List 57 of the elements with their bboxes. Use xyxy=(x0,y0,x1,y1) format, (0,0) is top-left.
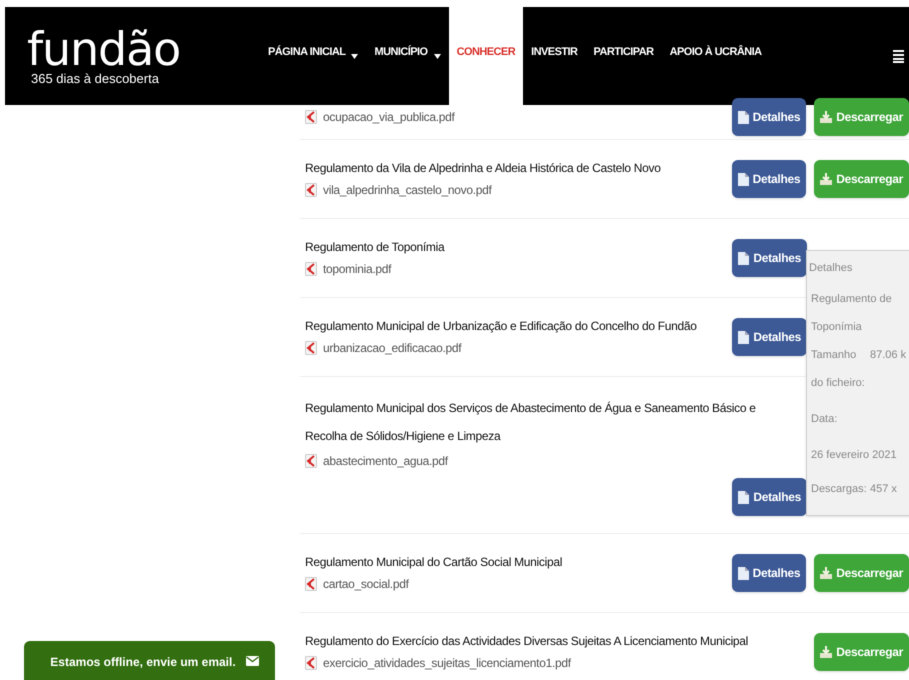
file-link[interactable]: topominia.pdf xyxy=(323,258,392,280)
download-icon xyxy=(820,173,832,185)
chat-bar[interactable]: Estamos offline, envie um email. xyxy=(24,641,275,680)
field-label: Descargas: xyxy=(811,482,868,497)
nav-link[interactable]: CONHECER xyxy=(448,7,524,105)
nav-link[interactable]: PARTICIPAR xyxy=(585,7,662,105)
details-button[interactable]: Detalhes xyxy=(732,98,806,136)
caret-icon xyxy=(434,54,441,59)
file-link[interactable]: cartao_social.pdf xyxy=(323,573,409,595)
document-title: Regulamento Municipal dos Serviços de Abastecimento de Água e Saneamento Básico e Recolha de Sólidos/Higiene e Limpeza xyxy=(305,400,757,445)
menu-icon[interactable] xyxy=(893,50,904,62)
nav-link[interactable]: PÁGINA INICIAL xyxy=(260,7,366,105)
pdf-icon xyxy=(305,656,317,670)
file-link[interactable]: vila_alpedrinha_castelo_novo.pdf xyxy=(323,179,492,201)
pdf-icon xyxy=(305,262,317,276)
nav-link[interactable]: MUNICÍPIO xyxy=(366,7,449,105)
details-button[interactable]: Detalhes xyxy=(732,554,806,592)
document-icon xyxy=(738,490,750,504)
document-icon xyxy=(738,566,749,580)
file-link[interactable]: ocupacao_via_publica.pdf xyxy=(323,106,455,128)
envelope-icon xyxy=(246,656,259,666)
download-icon xyxy=(820,567,832,579)
download-icon xyxy=(820,111,832,123)
file-link[interactable]: exercicio_atividades_sujeitas_licenciamento1.pdf xyxy=(323,652,571,674)
caret-icon xyxy=(351,54,358,59)
details-button[interactable]: Detalhes xyxy=(732,239,807,277)
document-title: Regulamento da Vila de Alpedrinha e Aldeia Histórica de Castelo Novo xyxy=(305,160,661,177)
document-icon xyxy=(738,252,750,264)
document-title: Regulamento de Toponímia xyxy=(305,239,444,256)
popover-title: Regulamento de Toponímia xyxy=(811,292,893,335)
field-label: Tamanho do ficheiro: xyxy=(811,348,866,391)
file-link[interactable]: urbanizacao_edificacao.pdf xyxy=(323,337,462,359)
pdf-icon xyxy=(305,454,317,468)
document-title: Regulamento Municipal do Cartão Social Municipal xyxy=(305,554,562,571)
field-value: 457 x xyxy=(870,482,897,497)
field-value: 87.06 k xyxy=(870,348,906,363)
document-icon xyxy=(738,330,750,344)
site-logo[interactable]: fundão xyxy=(27,26,260,72)
details-button[interactable]: Detalhes xyxy=(732,478,807,516)
pdf-icon xyxy=(305,577,317,591)
document-icon xyxy=(738,172,749,186)
file-link[interactable]: abastecimento_agua.pdf xyxy=(323,450,448,472)
pdf-icon xyxy=(305,183,317,197)
field-label: Data: xyxy=(811,412,838,427)
details-button[interactable]: Detalhes xyxy=(732,318,807,356)
details-button[interactable]: Detalhes xyxy=(732,160,806,198)
document-title: Regulamento Municipal de Urbanização e Edificação do Concelho do Fundão xyxy=(305,318,697,335)
pdf-icon xyxy=(305,110,317,124)
logo-tagline: 365 dias à descoberta xyxy=(30,72,160,86)
pdf-icon xyxy=(305,341,317,355)
document-title: Regulamento do Exercício das Actividades Diversas Sujeitas A Licenciamento Municipal xyxy=(305,633,748,650)
nav-link[interactable]: INVESTIR xyxy=(523,7,586,105)
download-icon xyxy=(820,646,832,658)
chat-text: Estamos offline, envie um email. xyxy=(49,654,237,671)
popover-heading: Detalhes xyxy=(809,261,852,276)
field-value: 26 fevereiro 2021 xyxy=(811,448,898,463)
document-icon xyxy=(738,110,749,124)
